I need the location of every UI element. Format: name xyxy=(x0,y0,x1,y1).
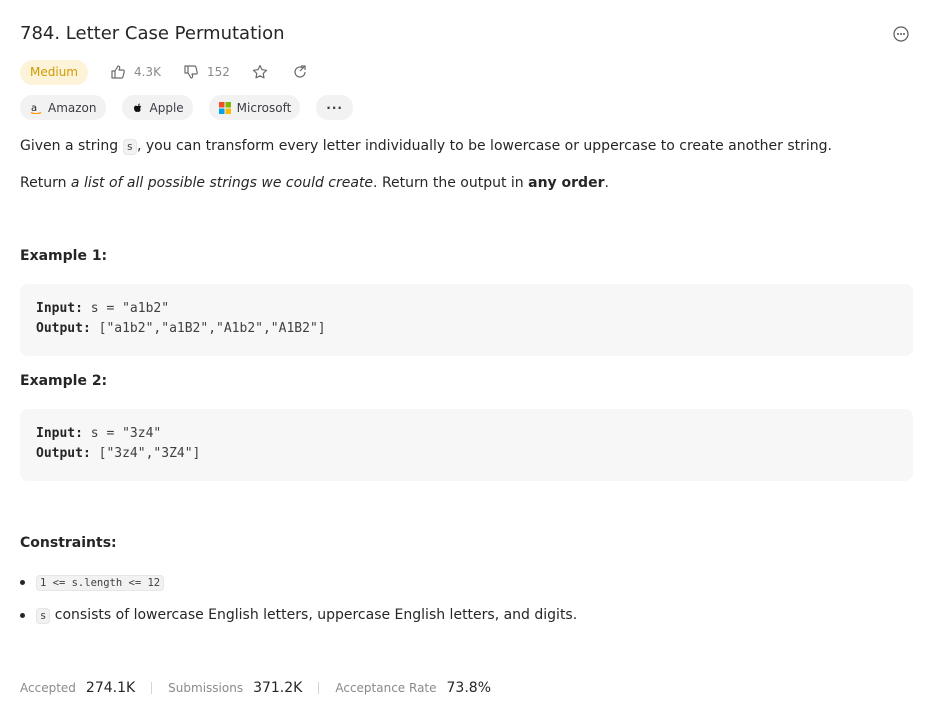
output-value: ["3z4","3Z4"] xyxy=(98,446,201,461)
apple-logo xyxy=(132,102,144,114)
share-button[interactable] xyxy=(292,64,308,80)
tag-microsoft[interactable]: Microsoft xyxy=(208,95,301,120)
accepted-label: Accepted xyxy=(20,681,76,695)
text: Given a string xyxy=(20,138,123,154)
title-row: 784. Letter Case Permutation xyxy=(20,22,913,48)
stats-bar: Accepted 274.1K Submissions 371.2K Accep… xyxy=(20,680,491,696)
input-value: s = "3z4" xyxy=(90,426,162,441)
example-2-title: Example 2: xyxy=(20,373,108,389)
thumbs-up-icon xyxy=(111,65,125,79)
description-paragraph-2: Return a list of all possible strings we… xyxy=(20,173,609,193)
like-count: 4.3K xyxy=(133,65,161,79)
more-icon[interactable] xyxy=(893,26,909,42)
example-1-block: Input: s = "a1b2" Output: ["a1b2","a1B2"… xyxy=(20,284,913,356)
difficulty-badge[interactable]: Medium xyxy=(20,59,88,85)
constraint-item: 1 <= s.length <= 12 xyxy=(20,572,577,593)
tag-apple[interactable]: Apple xyxy=(121,95,193,120)
divider xyxy=(318,682,320,694)
thumbs-down-icon xyxy=(184,65,198,79)
divider xyxy=(151,682,153,694)
tag-label: Apple xyxy=(149,100,184,115)
problem-title: 784. Letter Case Permutation xyxy=(20,23,285,44)
bold-text: any order xyxy=(528,175,605,191)
tag-amazon[interactable]: a Amazon xyxy=(20,95,106,120)
accepted-value: 274.1K xyxy=(85,680,136,696)
text: . Return the output in xyxy=(373,175,529,191)
constraints-list: 1 <= s.length <= 12 s consists of lowerc… xyxy=(20,572,577,626)
meta-row: Medium 4.3K 152 xyxy=(20,59,332,85)
text: . xyxy=(604,175,609,191)
constraints-title: Constraints: xyxy=(20,535,117,551)
text: Return xyxy=(20,175,71,191)
more-companies-button[interactable]: ··· xyxy=(316,95,353,120)
dislike-count: 152 xyxy=(206,65,230,79)
company-tags: a Amazon Apple Microsoft ··· xyxy=(20,95,353,120)
amazon-logo: a xyxy=(30,102,42,114)
inline-code: 1 <= s.length <= 12 xyxy=(36,575,165,591)
constraint-item: s consists of lowercase English letters,… xyxy=(20,605,577,626)
example-1-title: Example 1: xyxy=(20,248,108,264)
favorite-button[interactable] xyxy=(252,64,268,80)
dislike-button[interactable]: 152 xyxy=(183,64,230,80)
share-icon xyxy=(294,65,306,78)
star-icon xyxy=(252,64,267,79)
submissions-label: Submissions xyxy=(168,681,244,695)
output-label: Output: xyxy=(36,321,91,336)
inline-code: s xyxy=(122,139,137,155)
text: , you can transform every letter individ… xyxy=(136,138,832,154)
tag-label: Amazon xyxy=(48,100,97,115)
input-label: Input: xyxy=(36,426,83,441)
text: consists of lowercase English letters, u… xyxy=(50,607,578,623)
input-label: Input: xyxy=(36,301,83,316)
example-2-block: Input: s = "3z4" Output: ["3z4","3Z4"] xyxy=(20,409,913,481)
description-paragraph-1: Given a string s, you can transform ever… xyxy=(20,136,832,157)
microsoft-logo xyxy=(218,101,231,114)
acceptance-rate-value: 73.8% xyxy=(446,680,491,696)
acceptance-rate-label: Acceptance Rate xyxy=(335,681,437,695)
input-value: s = "a1b2" xyxy=(90,301,170,316)
output-label: Output: xyxy=(36,446,91,461)
inline-code: s xyxy=(36,608,51,624)
emphasis-text: a list of all possible strings we could … xyxy=(70,175,374,191)
like-button[interactable]: 4.3K xyxy=(110,64,161,80)
submissions-value: 371.2K xyxy=(253,680,303,696)
output-value: ["a1b2","a1B2","A1b2","A1B2"] xyxy=(98,321,326,336)
tag-label: Microsoft xyxy=(236,100,292,115)
